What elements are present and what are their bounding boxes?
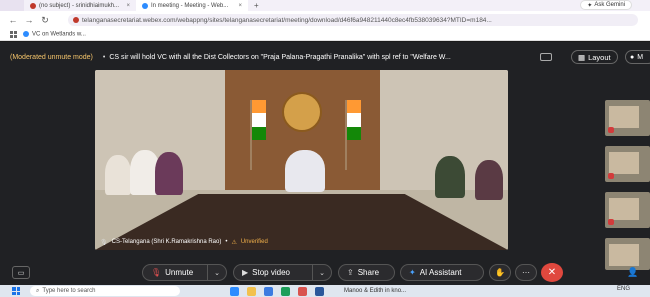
person-right-2 <box>475 160 503 200</box>
ai-assistant-label: AI Assistant <box>419 268 462 277</box>
screen: (no subject) - srinidhiaimukh... × In me… <box>0 0 650 297</box>
ai-assistant-button[interactable]: ✦ AI Assistant <box>400 264 484 281</box>
person-right-1 <box>435 156 465 198</box>
participant-thumbnail[interactable] <box>605 146 650 182</box>
layout-label: Layout <box>588 52 611 62</box>
chat-icon[interactable]: ▭ <box>12 266 30 279</box>
app-menu-tab[interactable] <box>0 0 24 11</box>
close-tab-icon[interactable]: × <box>238 3 242 9</box>
taskbar-task-label[interactable]: Manoo & Edith in kno... <box>344 288 406 294</box>
meeting-topic: CS sir will hold VC with all the Dist Co… <box>109 53 451 61</box>
share-icon: ⇪ <box>347 268 354 277</box>
pinned-apps <box>230 286 324 296</box>
video-camera-icon: ▶ <box>242 268 249 277</box>
unmute-button[interactable]: 🎙 Unmute <box>142 264 208 281</box>
leave-meeting-icon[interactable]: ✕ <box>541 263 563 282</box>
ai-sparkle-icon: ✦ <box>409 268 416 277</box>
gemini-icon: ✦ <box>587 2 593 9</box>
file-explorer-icon[interactable] <box>247 286 256 296</box>
os-taskbar: ⌕ Type here to search Manoo & Edith in k… <box>0 285 650 297</box>
person-left-1 <box>105 155 131 195</box>
participant-thumbnail[interactable] <box>605 192 650 228</box>
share-label: Share <box>357 268 380 277</box>
participant-thumbnail[interactable] <box>605 100 650 136</box>
gemini-label: Ask Gemini <box>594 2 625 8</box>
more-options-button[interactable]: ● M <box>625 50 650 64</box>
unmute-label: Unmute <box>165 268 194 277</box>
more-options-label: M <box>637 53 644 61</box>
app-icon[interactable] <box>264 286 273 296</box>
tab-meeting[interactable]: In meeting - Meeting - Web... × <box>136 0 248 11</box>
participant-thumbnails <box>605 100 650 270</box>
meeting-window: (Moderated unmute mode) • CS sir will ho… <box>0 42 650 285</box>
more-icon[interactable]: ⋯ <box>515 264 537 281</box>
separator-dot: • <box>102 53 106 61</box>
share-button[interactable]: ⇪ Share <box>338 264 395 281</box>
search-icon: ⌕ <box>36 287 40 294</box>
tab-mail-label: (no subject) - srinidhiaimukh... <box>39 2 120 9</box>
bookmark-label: VC on Wetlands w... <box>32 31 86 38</box>
language-indicator[interactable]: ENG <box>617 286 630 292</box>
taskbar-search-placeholder: Type here to search <box>42 288 96 294</box>
participants-icon[interactable]: 👤 <box>627 267 638 278</box>
dot-icon: ● <box>630 53 635 61</box>
site-info-icon[interactable] <box>73 17 79 23</box>
chrome-icon[interactable] <box>298 286 307 296</box>
warning-icon: ⚠ <box>231 239 237 246</box>
speaker-name: CS-Telangana (Shri K.Ramakrishna Rao) <box>111 239 222 245</box>
video-options-chevron-icon[interactable]: ⌄ <box>312 264 332 281</box>
url-field[interactable]: telanganasecretariat.webex.com/webappng/… <box>68 14 638 26</box>
taskbar-search[interactable]: ⌕ Type here to search <box>30 286 180 296</box>
system-tray: ENG <box>617 286 630 292</box>
microphone-icon: 🎙 <box>100 239 108 246</box>
meeting-controls: ▭ 🎙 Unmute ⌄ ▶ Stop video ⌄ ⇪ Share ✦ AI… <box>0 260 650 285</box>
stop-video-button[interactable]: ▶ Stop video <box>233 264 313 281</box>
bookmark-item[interactable]: VC on Wetlands w... <box>23 31 86 38</box>
meeting-info-bar: (Moderated unmute mode) • CS sir will ho… <box>0 50 650 64</box>
reload-icon[interactable]: ↻ <box>40 15 50 26</box>
person-center <box>285 150 325 192</box>
mail-favicon-icon <box>30 2 36 9</box>
windows-start-icon[interactable] <box>10 285 22 297</box>
back-icon[interactable]: ← <box>8 15 18 25</box>
excel-icon[interactable] <box>281 286 290 296</box>
moderated-mode-label: (Moderated unmute mode) <box>10 53 93 61</box>
word-icon[interactable] <box>315 286 324 296</box>
main-video-feed <box>95 70 508 250</box>
bookmark-favicon-icon <box>23 31 29 38</box>
separator-dot: • <box>225 239 228 245</box>
person-left-3 <box>155 152 183 195</box>
unverified-label: Unverified <box>240 239 268 245</box>
stop-video-label: Stop video <box>252 268 290 277</box>
flag-right <box>347 100 361 140</box>
layout-button[interactable]: ▦ Layout <box>571 50 618 64</box>
raise-hand-icon[interactable]: ✋ <box>489 264 511 281</box>
tab-strip: (no subject) - srinidhiaimukh... × In me… <box>0 0 650 11</box>
url-text: telanganasecretariat.webex.com/webappng/… <box>82 16 492 24</box>
muted-mic-icon <box>608 173 614 179</box>
address-bar-row: ← → ↻ telanganasecretariat.webex.com/web… <box>0 11 650 29</box>
speaker-caption: 🎙 CS-Telangana (Shri K.Ramakrishna Rao) … <box>100 237 268 247</box>
bookmarks-bar: VC on Wetlands w... <box>0 29 650 41</box>
close-tab-icon[interactable]: × <box>126 3 130 9</box>
muted-mic-icon <box>608 127 614 133</box>
layout-icon: ▦ <box>578 52 586 62</box>
apps-grid-icon[interactable] <box>10 31 17 38</box>
ask-gemini-button[interactable]: ✦ Ask Gemini <box>580 0 632 10</box>
flag-left <box>252 100 266 140</box>
muted-mic-icon <box>608 219 614 225</box>
tab-mail[interactable]: (no subject) - srinidhiaimukh... × <box>24 0 136 11</box>
muted-mic-icon: 🎙 <box>151 268 162 277</box>
edge-icon[interactable] <box>230 286 239 296</box>
audio-options-chevron-icon[interactable]: ⌄ <box>207 264 227 281</box>
webex-favicon-icon <box>142 2 148 9</box>
forward-icon[interactable]: → <box>24 15 34 25</box>
state-emblem <box>282 92 322 132</box>
new-tab-button[interactable]: + <box>254 1 259 10</box>
tab-meeting-label: In meeting - Meeting - Web... <box>151 2 229 9</box>
captions-icon[interactable] <box>540 53 552 61</box>
